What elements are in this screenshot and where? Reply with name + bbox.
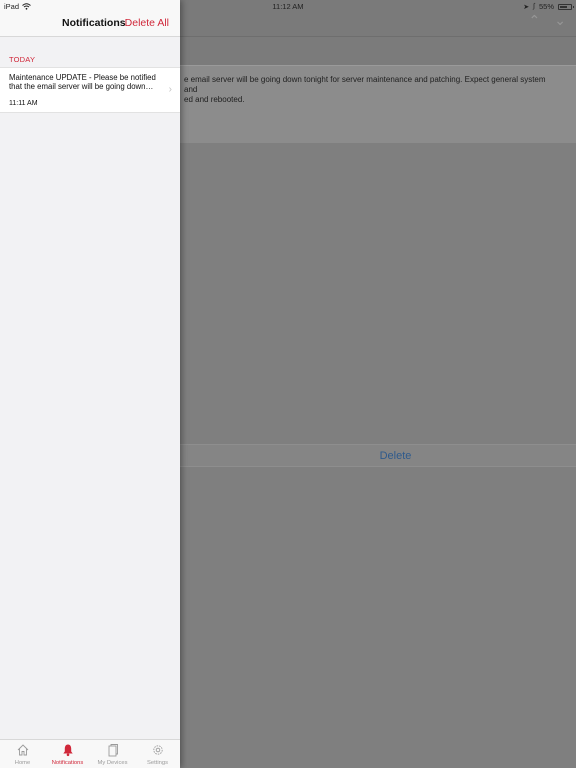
- devices-icon: [108, 744, 118, 757]
- background-message-line1: e email server will be going down tonigh…: [184, 75, 546, 94]
- tab-label-notifications: Notifications: [51, 760, 84, 766]
- tab-label-home: Home: [14, 760, 31, 766]
- battery-fill: [560, 5, 567, 8]
- bell-icon: [62, 744, 73, 757]
- background-delete-label: Delete: [379, 450, 412, 462]
- status-bar: iPad 11:12 AM ➤ ∫ 55%: [0, 0, 576, 12]
- chevron-down-icon[interactable]: ⌄: [554, 13, 566, 27]
- tab-label-settings: Settings: [147, 760, 168, 766]
- tab-bar: Home Notifications My Devices Settings: [0, 739, 180, 768]
- tab-home[interactable]: Home: [0, 740, 45, 768]
- tab-notifications[interactable]: Notifications: [45, 740, 90, 768]
- notification-text: Maintenance UPDATE - Please be notified …: [9, 73, 156, 91]
- tab-settings[interactable]: Settings: [135, 740, 180, 768]
- chevron-right-icon: ›: [168, 84, 172, 95]
- chevron-up-icon[interactable]: ⌃: [529, 13, 541, 27]
- tab-my-devices[interactable]: My Devices: [90, 740, 135, 768]
- battery-percent: 55%: [538, 2, 554, 11]
- delete-all-button[interactable]: Delete All: [125, 17, 169, 29]
- background-delete-button[interactable]: Delete: [180, 444, 576, 467]
- background-header-band: [180, 37, 576, 65]
- notification-time: 11:11 AM: [9, 100, 38, 107]
- notifications-drawer: Notifications Delete All TODAY Maintenan…: [0, 0, 180, 768]
- home-icon: [17, 744, 28, 756]
- bluetooth-icon: ∫: [533, 3, 535, 10]
- section-label-today: TODAY: [9, 55, 36, 64]
- background-message-line2: ed and rebooted.: [184, 95, 245, 104]
- status-time: 11:12 AM: [272, 2, 304, 11]
- tab-label-my-devices: My Devices: [97, 760, 128, 766]
- location-icon: ➤: [523, 3, 530, 11]
- background-message: e email server will be going down tonigh…: [180, 65, 576, 143]
- drawer-title: Notifications: [62, 17, 126, 29]
- battery-icon: [558, 3, 574, 10]
- notification-item[interactable]: Maintenance UPDATE - Please be notified …: [0, 67, 180, 113]
- gear-icon: [152, 745, 163, 755]
